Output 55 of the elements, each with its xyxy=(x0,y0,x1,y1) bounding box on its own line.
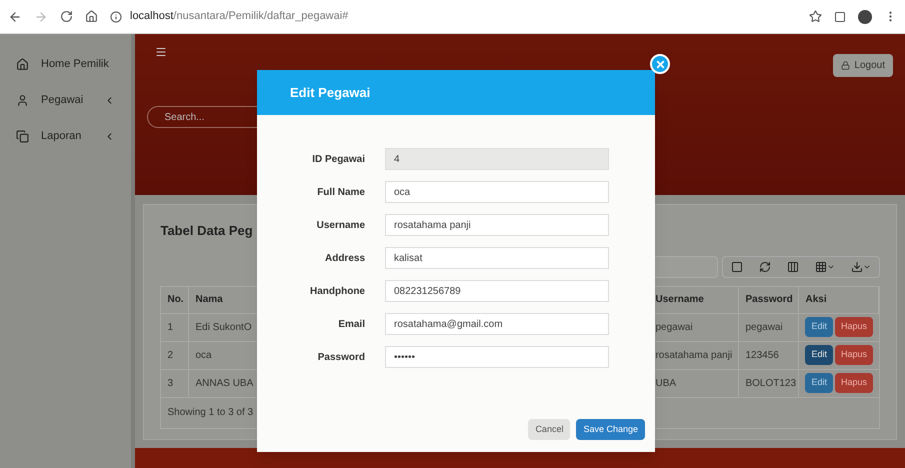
bookmark-star-icon[interactable] xyxy=(809,10,822,23)
edit-button[interactable]: Edit xyxy=(805,373,833,393)
lock-icon xyxy=(841,61,850,70)
table-cell: 2 xyxy=(161,342,190,370)
password-field[interactable]: •••••• xyxy=(385,346,609,368)
table-cell: pegawai xyxy=(739,314,800,342)
input-field[interactable]: rosatahama panji xyxy=(385,214,609,236)
input-field[interactable]: 082231256789 xyxy=(385,280,609,302)
address-bar-url[interactable]: localhost/nusantara/Pemilik/daftar_pegawai# xyxy=(130,8,348,25)
copy-icon xyxy=(16,130,29,142)
dialog-title: Edit Pegawai xyxy=(290,84,370,102)
back-icon[interactable] xyxy=(8,10,22,24)
columns-icon[interactable] xyxy=(787,260,799,272)
delete-button[interactable]: Hapus xyxy=(834,373,873,393)
table-cell: 3 xyxy=(161,370,190,398)
refresh-icon[interactable] xyxy=(759,260,771,272)
edit-button[interactable]: Edit xyxy=(805,317,833,337)
sidebar-item[interactable]: Laporan xyxy=(0,118,132,154)
field-label: Username xyxy=(316,218,365,232)
table-cell: 1 xyxy=(161,314,190,342)
grid-icon xyxy=(815,260,827,272)
info-icon[interactable] xyxy=(110,10,122,22)
table-cell: BOLOT123 xyxy=(739,370,800,398)
home-icon xyxy=(16,58,29,70)
menu-icon[interactable] xyxy=(155,46,168,58)
input-field[interactable]: oca xyxy=(385,181,609,203)
cancel-button[interactable]: Cancel xyxy=(528,419,570,440)
column-header: Aksi xyxy=(799,286,879,314)
input-field[interactable]: rosatahama@gmail.com xyxy=(385,313,609,335)
save-button[interactable]: Save Change xyxy=(576,419,645,440)
reload-icon[interactable] xyxy=(60,10,73,23)
input-field[interactable]: 4 xyxy=(385,148,609,170)
edit-button[interactable]: Edit xyxy=(805,345,833,365)
delete-button[interactable]: Hapus xyxy=(834,317,873,337)
field-label: Password xyxy=(316,350,365,364)
field-label: Full Name xyxy=(316,186,365,200)
home-icon[interactable] xyxy=(85,10,98,23)
column-header: Password xyxy=(739,286,800,314)
table-footer-text: Showing 1 to 3 of 3 xyxy=(166,406,254,420)
user-icon xyxy=(16,94,29,106)
field-label: Handphone xyxy=(309,284,365,298)
close-icon xyxy=(654,58,666,70)
input-field[interactable]: kalisat xyxy=(385,247,609,269)
sidebar-item[interactable]: Pegawai xyxy=(0,82,132,118)
delete-button[interactable]: Hapus xyxy=(834,345,873,365)
sidebar-item[interactable]: Home Pemilik xyxy=(0,46,132,82)
field-label: ID Pegawai xyxy=(311,152,365,166)
card-title: Tabel Data Peg xyxy=(160,222,253,240)
logout-button[interactable]: Logout xyxy=(833,54,893,77)
field-label: Address xyxy=(324,252,365,266)
profile-avatar[interactable] xyxy=(858,10,872,24)
download-icon xyxy=(851,260,863,272)
field-label: Email xyxy=(337,318,365,332)
table-cell: 123456 xyxy=(739,342,800,370)
column-header: No. xyxy=(161,286,190,314)
